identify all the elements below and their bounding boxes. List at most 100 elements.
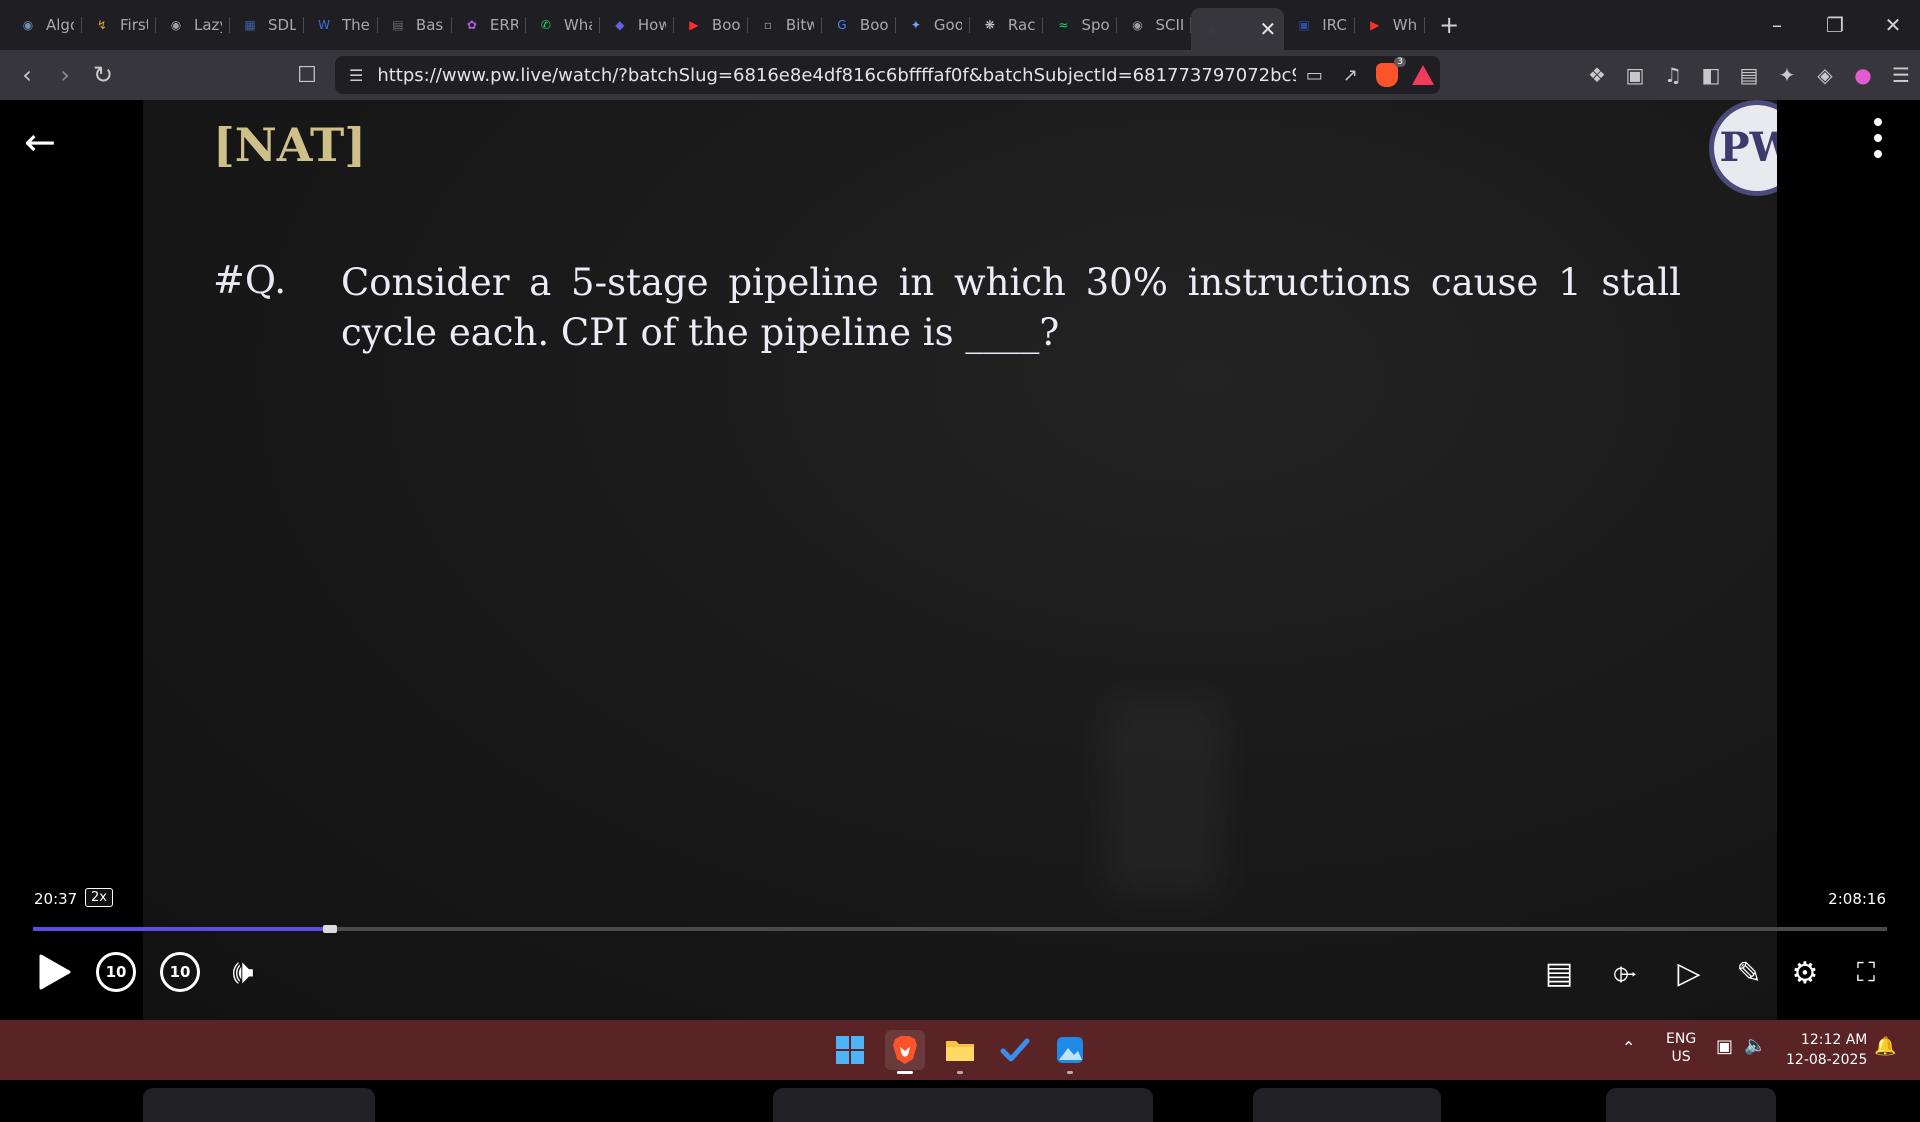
tab-title: Boo	[859, 16, 888, 34]
tab-2[interactable]: ◉ Lazy	[156, 6, 230, 44]
globe-icon: ◉	[1132, 18, 1143, 32]
seek-bar[interactable]	[33, 925, 1887, 933]
tab-1[interactable]: ↯ First	[82, 6, 156, 44]
tab-0[interactable]: ◉ Algo	[8, 6, 82, 44]
tab-5[interactable]: ▤ Basi	[378, 6, 452, 44]
tab-title: Boo	[711, 16, 740, 34]
tab-14[interactable]: ≈ Spo	[1043, 6, 1118, 44]
tab-12[interactable]: ✦ Goo	[896, 6, 970, 44]
tab-title: Spo	[1081, 16, 1110, 34]
close-tab-icon[interactable]: ✕	[1259, 17, 1276, 41]
todo-icon[interactable]	[995, 1030, 1035, 1070]
back-icon[interactable]: ‹	[8, 61, 46, 89]
shields-badge: 3	[1394, 57, 1406, 67]
network-icon[interactable]: ▣	[1716, 1036, 1733, 1057]
cast-icon[interactable]: ▭	[1306, 65, 1323, 86]
photos-icon[interactable]	[1050, 1030, 1090, 1074]
brave-taskbar-icon[interactable]	[885, 1030, 925, 1074]
tab-title: ERR	[489, 16, 518, 34]
brave-rewards-icon[interactable]	[1412, 65, 1434, 85]
reload-icon[interactable]: ↻	[84, 61, 122, 89]
browser-toolbar: ‹ › ↻ ☐ ☰ https://www.pw.live/watch/?bat…	[0, 50, 1920, 100]
tab-15[interactable]: ◉ SCII	[1117, 6, 1192, 44]
irctc-icon: ▣	[1298, 18, 1310, 32]
new-tab-icon[interactable]: +	[1439, 11, 1459, 39]
reader-mode-icon[interactable]: ▣	[1616, 63, 1654, 87]
whatsapp-icon: ✆	[540, 18, 551, 32]
brain-icon: ✿	[466, 18, 477, 32]
rewind-10-icon[interactable]: 10	[96, 952, 136, 992]
chatgpt-icon: ❋	[984, 18, 995, 32]
site-settings-icon[interactable]: ☰	[349, 66, 363, 85]
forward-icon[interactable]: ›	[46, 61, 84, 89]
tab-title: Lazy	[194, 16, 222, 34]
menu-icon[interactable]: ☰	[1882, 63, 1920, 87]
pw-icon: ◉	[1206, 22, 1217, 36]
tab-3[interactable]: ▦ SDL	[230, 6, 304, 44]
windows-taskbar: ⌃ ENG US ▣ 🔈 12:12 AM 12-08-2025 🔔	[0, 1020, 1920, 1080]
volume-icon[interactable]: 🕪	[220, 952, 266, 992]
profile-icon[interactable]: ●	[1844, 63, 1882, 87]
tab-title: Algo	[46, 16, 74, 34]
tab-18[interactable]: ▶ Wh	[1355, 6, 1426, 44]
vpn-icon[interactable]: ◈	[1806, 63, 1844, 87]
minimize-icon[interactable]: –	[1748, 0, 1806, 50]
address-bar[interactable]: ☰ https://www.pw.live/watch/?batchSlug=6…	[335, 56, 1440, 94]
picture-in-picture-icon[interactable]: ▷	[1668, 952, 1710, 994]
tab-10[interactable]: ▫ Bitw	[748, 6, 822, 44]
google-icon: G	[837, 18, 847, 32]
tab-6[interactable]: ✿ ERR	[452, 6, 526, 44]
notes-icon[interactable]: ✎	[1728, 952, 1770, 994]
tab-title: Basi	[415, 16, 444, 34]
start-icon[interactable]	[830, 1030, 870, 1070]
share-icon[interactable]: ↗	[1343, 65, 1358, 86]
url-text[interactable]: https://www.pw.live/watch/?batchSlug=681…	[377, 65, 1296, 86]
more-options-icon[interactable]	[1870, 118, 1886, 158]
tab-9[interactable]: ▶ Boo	[674, 6, 748, 44]
settings-icon[interactable]: ⚙	[1784, 952, 1826, 994]
show-hidden-icons-icon[interactable]: ⌃	[1622, 1038, 1635, 1057]
brave-shields-icon[interactable]: 3	[1376, 57, 1406, 87]
gemini-icon: ✦	[910, 18, 921, 32]
tab-11[interactable]: G Boo	[822, 6, 896, 44]
drawing-toolbar-right	[1253, 1088, 1441, 1122]
tab-title: Bitw	[785, 16, 814, 34]
play-icon[interactable]	[35, 952, 75, 992]
youtube-icon: ▶	[689, 18, 699, 32]
speaker-icon[interactable]: 🔈	[1744, 1035, 1766, 1056]
fullscreen-icon[interactable]: ⛶	[1845, 952, 1887, 994]
playback-speed-badge[interactable]: 2x	[85, 888, 113, 907]
video-player[interactable]: [NAT] #Q. Consider a 5-stage pipeline in…	[0, 100, 1920, 1122]
tab-title: SCII	[1155, 16, 1184, 34]
w3schools-icon: W	[318, 18, 330, 32]
back-arrow-icon[interactable]: ←	[24, 120, 56, 164]
seek-bar-handle[interactable]	[322, 925, 337, 933]
tab-title: The	[342, 16, 370, 34]
leo-ai-icon[interactable]: ✦	[1768, 63, 1806, 87]
restore-icon[interactable]: ❐	[1806, 0, 1864, 50]
lecture-slide: [NAT] #Q. Consider a 5-stage pipeline in…	[143, 100, 1777, 1020]
globe-icon: ◉	[170, 18, 182, 32]
tab-8[interactable]: ◆ How	[600, 6, 674, 44]
bookmark-icon[interactable]: ☐	[288, 63, 326, 88]
notification-bell-icon[interactable]: 🔔	[1874, 1036, 1896, 1057]
extensions-icon[interactable]: ❖	[1578, 63, 1616, 87]
sidebar-icon[interactable]: ◧	[1692, 63, 1730, 87]
tab-13[interactable]: ❋ Rac	[970, 6, 1044, 44]
tab-4[interactable]: W The	[304, 6, 378, 44]
language-indicator[interactable]: ENG US	[1666, 1030, 1696, 1066]
youtube-icon: ▶	[1370, 18, 1380, 32]
close-window-icon[interactable]: ✕	[1864, 0, 1920, 50]
total-time: 2:08:16	[1828, 890, 1886, 908]
wallet-icon[interactable]: ▤	[1730, 63, 1768, 87]
chat-icon[interactable]: ▤	[1538, 952, 1580, 994]
music-icon[interactable]: ♫	[1654, 63, 1692, 87]
tab-separator	[1424, 17, 1426, 33]
forward-10-icon[interactable]: 10	[160, 952, 200, 992]
translate-icon[interactable]: ⌱	[1604, 952, 1646, 994]
tab-7[interactable]: ✆ Wha	[526, 6, 600, 44]
clock[interactable]: 12:12 AM 12-08-2025	[1786, 1030, 1867, 1070]
tab-16[interactable]: ◉ ✕	[1191, 8, 1285, 50]
tab-17[interactable]: ▣ IRC	[1284, 6, 1355, 44]
file-explorer-icon[interactable]	[940, 1030, 980, 1074]
